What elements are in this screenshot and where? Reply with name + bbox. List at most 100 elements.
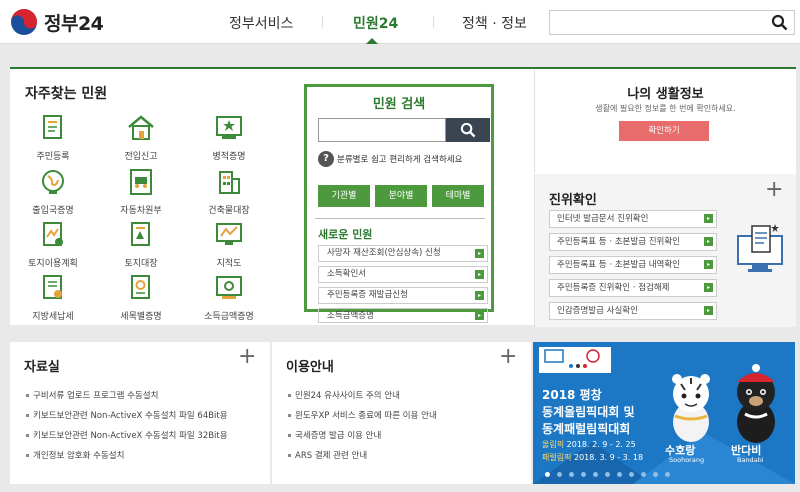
arrow-right-icon: ▸: [704, 260, 713, 269]
main-panel: 자주찾는 민원 주민등록 전입신고 병적증명 출입국증명 자동차원부 건축물대장…: [10, 67, 796, 327]
bandabi-mascot: [737, 364, 775, 443]
land-plan-icon: [43, 222, 63, 246]
logo-text: 정부24: [44, 12, 104, 35]
guide-item[interactable]: 윈도우XP 서비스 종료에 따른 이용 안내: [288, 409, 437, 421]
bandabi-name-en: Bandabi: [737, 456, 764, 464]
verify-item[interactable]: 주민등록표 등 · 초본발급 내역확인 ▸: [549, 256, 717, 274]
search-icon[interactable]: [771, 14, 788, 31]
arrow-right-icon: ▸: [475, 311, 484, 320]
life-info-panel: 나의 생활정보 생활에 필요한 정보를 한 번에 확인하세요. 확인하기: [534, 69, 796, 173]
banner-line1: 2018 평창: [542, 388, 602, 402]
resource-item[interactable]: 키보드보안관련 Non-ActiveX 수동설치 파일 32Bit용: [26, 429, 228, 441]
civil-search-hint: ? 분류별로 쉽고 편리하게 검색하세요: [318, 151, 462, 167]
military-cert-icon: [216, 116, 242, 139]
header-search-input[interactable]: [549, 10, 795, 35]
verify-item[interactable]: 주민등록표 등 · 초본발급 진위확인 ▸: [549, 233, 717, 251]
category-by-theme-button[interactable]: 테마별: [432, 185, 484, 207]
soohorang-mascot: [672, 374, 710, 442]
new-civil-item[interactable]: 소득확인서 ▸: [318, 266, 488, 283]
new-civil-item[interactable]: 소득금액증명 ▸: [318, 308, 488, 323]
freq-item[interactable]: 지방세납세: [18, 274, 88, 322]
plus-icon[interactable]: +: [238, 344, 256, 369]
bottom-section: 자료실 + 구비서류 업로드 프로그램 수동설치 키보드보안관련 Non-Act…: [0, 330, 800, 492]
civil-search-input[interactable]: [318, 118, 446, 142]
freq-item[interactable]: 토지이용계획: [18, 221, 88, 269]
arrow-right-icon: ▸: [704, 283, 713, 292]
resource-item[interactable]: 키보드보안관련 Non-ActiveX 수동설치 파일 64Bit용: [26, 409, 228, 421]
freq-item[interactable]: 주민등록: [18, 114, 88, 162]
banner-pager[interactable]: [545, 472, 670, 477]
banner-line2: 동계올림픽대회 및: [542, 405, 635, 419]
freq-item[interactable]: 세목별증명: [106, 274, 176, 322]
resources-title: 자료실: [24, 360, 60, 375]
verify-item[interactable]: 인감증명발급 사실확인 ▸: [549, 302, 717, 320]
banner-line3: 동계패럴림픽대회: [542, 422, 631, 436]
document-check-icon: [737, 224, 783, 272]
banner-olympic-dates: 올림픽 2018. 2. 9 - 2. 25: [542, 440, 636, 449]
category-by-field-button[interactable]: 분야별: [375, 185, 427, 207]
question-icon: ?: [318, 151, 334, 167]
arrow-right-icon: ▸: [704, 237, 713, 246]
arrow-right-icon: ▸: [475, 291, 484, 300]
building-icon: [219, 171, 240, 194]
frequent-title: 자주찾는 민원: [25, 86, 108, 102]
verify-panel: 진위확인 + 인터넷 발급문서 진위확인 ▸ 주민등록표 등 · 초본발급 진위확…: [534, 174, 796, 327]
guide-item[interactable]: 국세증명 발급 이용 안내: [288, 429, 381, 441]
search-icon: [460, 122, 476, 138]
tax-item-icon: [131, 275, 150, 299]
arrow-right-icon: ▸: [704, 214, 713, 223]
life-info-desc: 생활에 필요한 정보를 한 번에 확인하세요.: [595, 104, 736, 113]
new-civil-item[interactable]: 사망자 재산조회(안심상속) 신청 ▸: [318, 245, 488, 262]
freq-item[interactable]: 소득금액증명: [194, 274, 264, 322]
freq-item[interactable]: 전입신고: [106, 114, 176, 162]
arrow-right-icon: ▸: [704, 306, 713, 315]
new-civil-title: 새로운 민원: [318, 228, 373, 241]
life-info-check-button[interactable]: 확인하기: [619, 121, 709, 141]
land-ledger-icon: [131, 222, 150, 246]
top-header: 정부24 정부서비스 민원24 정책 · 정보: [0, 0, 800, 44]
resource-item[interactable]: 개인정보 암호화 수동설치: [26, 449, 124, 461]
nav-policy-info[interactable]: 정책 · 정보: [462, 13, 527, 33]
verify-item[interactable]: 인터넷 발급문서 진위확인 ▸: [549, 210, 717, 228]
civil-search-title: 민원 검색: [372, 97, 426, 112]
active-nav-indicator: [366, 38, 378, 44]
divider: [315, 218, 485, 219]
category-by-agency-button[interactable]: 기관별: [318, 185, 370, 207]
banner-paralympic-dates: 패럴림픽 2018. 3. 9 - 3. 18: [542, 453, 644, 462]
resources-panel: 자료실 + 구비서류 업로드 프로그램 수동설치 키보드보안관련 Non-Act…: [10, 342, 270, 484]
verify-item[interactable]: 주민등록증 진위확인 · 점검해제 ▸: [549, 279, 717, 297]
income-cert-icon: [216, 276, 242, 299]
taegeuk-logo-icon: [11, 9, 37, 35]
guide-item[interactable]: 민원24 유사사이트 주의 안내: [288, 389, 400, 401]
guide-item[interactable]: ARS 결제 관련 안내: [288, 449, 367, 461]
guide-title: 이용안내: [286, 360, 334, 375]
arrow-right-icon: ▸: [475, 270, 484, 279]
plus-icon[interactable]: +: [765, 177, 783, 202]
life-info-title: 나의 생활정보: [627, 87, 704, 102]
freq-item[interactable]: 건축물대장: [194, 168, 264, 216]
nav-minwon24[interactable]: 민원24: [353, 13, 398, 33]
freq-item[interactable]: 자동차원부: [106, 168, 176, 216]
freq-item[interactable]: 병적증명: [194, 114, 264, 162]
map-monitor-icon: [216, 223, 242, 245]
freq-item[interactable]: 지적도: [194, 221, 264, 269]
tax-doc-icon: [43, 275, 62, 299]
civil-search-button[interactable]: [446, 118, 490, 142]
logo[interactable]: 정부24: [10, 8, 104, 36]
globe-icon: [42, 170, 64, 194]
resource-item[interactable]: 구비서류 업로드 프로그램 수동설치: [26, 389, 158, 401]
freq-item[interactable]: 출입국증명: [18, 168, 88, 216]
nav-gov-services[interactable]: 정부서비스: [229, 13, 293, 33]
guide-panel: 이용안내 + 민원24 유사사이트 주의 안내 윈도우XP 서비스 종료에 따른…: [272, 342, 531, 484]
plus-icon[interactable]: +: [499, 344, 517, 369]
resident-doc-icon: [43, 115, 62, 139]
pyeongchang-banner[interactable]: 2018 평창 동계올림픽대회 및 동계패럴림픽대회 올림픽 2018. 2. …: [533, 342, 795, 484]
arrow-right-icon: ▸: [475, 249, 484, 258]
car-icon: [130, 169, 152, 195]
verify-title: 진위확인: [549, 193, 597, 208]
house-icon: [128, 115, 154, 140]
soohorang-name-en: Soohorang: [669, 456, 705, 464]
new-civil-item[interactable]: 주민등록증 재발급신청 ▸: [318, 287, 488, 304]
freq-item[interactable]: 토지대장: [106, 221, 176, 269]
civil-search-box: 민원 검색 ? 분류별로 쉽고 편리하게 검색하세요 기관별 분야별 테마별 새…: [304, 84, 494, 323]
